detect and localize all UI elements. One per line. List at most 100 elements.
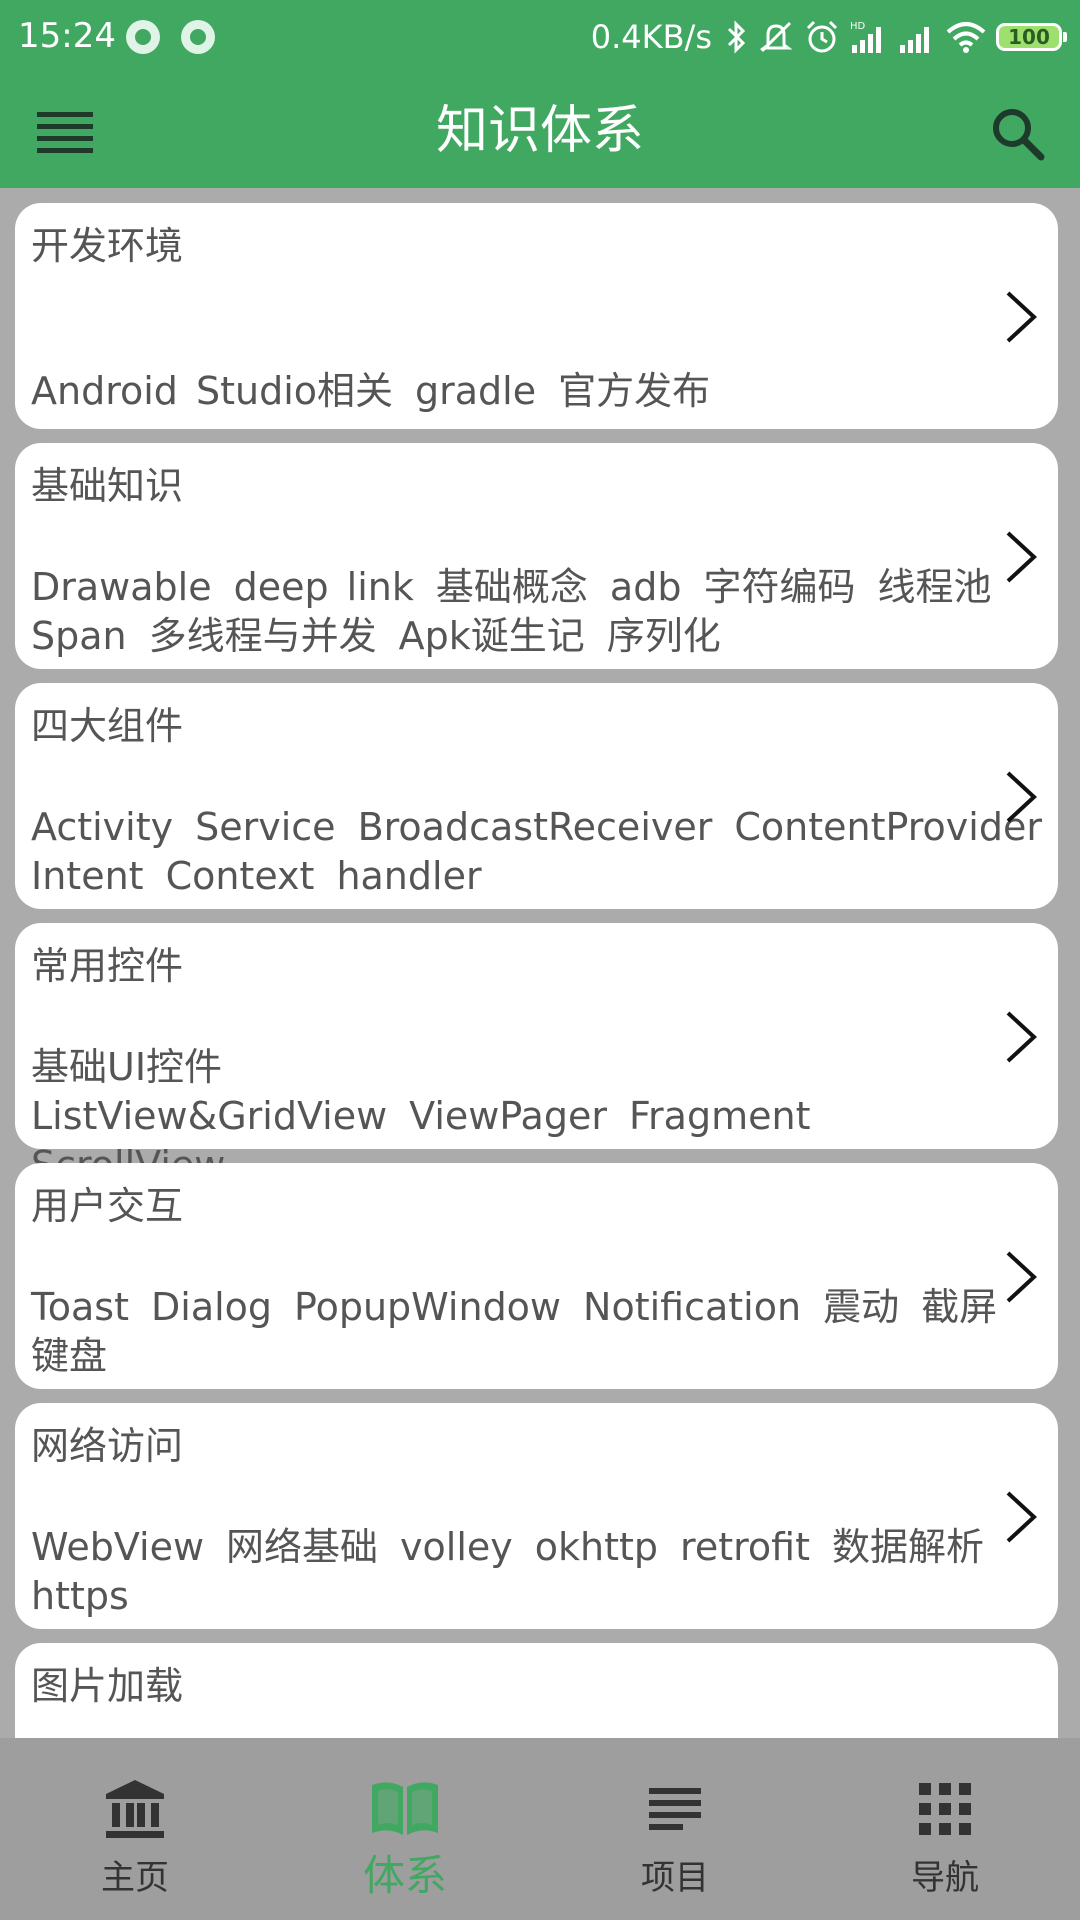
notification-dot-icon: [181, 20, 215, 54]
tag[interactable]: 基础UI控件: [31, 1045, 222, 1089]
tag[interactable]: deep link: [234, 565, 414, 609]
tag[interactable]: Span: [31, 614, 127, 658]
nav-label-navigation: 导航: [911, 1858, 979, 1898]
book-icon: [370, 1776, 440, 1842]
tag[interactable]: handler: [336, 854, 481, 898]
search-button[interactable]: [982, 98, 1052, 168]
tag[interactable]: adb: [610, 565, 682, 609]
nav-item-project[interactable]: 项目: [540, 1738, 810, 1920]
tag[interactable]: Notification: [583, 1285, 801, 1329]
tag[interactable]: Toast: [31, 1285, 129, 1329]
chevron-right-icon: [1006, 291, 1037, 343]
chevron-right-icon: [1006, 1011, 1037, 1063]
tag[interactable]: okhttp: [535, 1525, 658, 1569]
tag[interactable]: Intent: [31, 854, 144, 898]
tag[interactable]: 截屏: [921, 1285, 997, 1329]
category-tags: Android Studio相关 gradle 官方发布: [31, 367, 1031, 416]
tag-line: Toast Dialog PopupWindow Notification 震动 截屏: [31, 1283, 1031, 1332]
nav-label-project: 项目: [641, 1858, 709, 1898]
chevron-right-icon: [1006, 771, 1037, 823]
tag[interactable]: Dialog: [151, 1285, 272, 1329]
tag[interactable]: https: [31, 1574, 129, 1618]
tag-line: 基础UI控件 ListView&GridView ViewPager Fragment: [31, 1043, 1031, 1141]
tag[interactable]: 线程池: [877, 565, 991, 609]
category-title: 网络访问: [31, 1424, 184, 1468]
tag[interactable]: Apk诞生记: [399, 614, 585, 658]
tag-line: Drawable deep link 基础概念 adb 字符编码 线程池: [31, 563, 1031, 612]
status-bar: 15:24 0.4KB/s HD 100: [0, 0, 1080, 74]
grid-icon: [910, 1776, 980, 1842]
category-card[interactable]: 常用控件基础UI控件 ListView&GridView ViewPager Frag…: [15, 923, 1058, 1187]
chevron-right-icon: [1006, 1491, 1037, 1543]
category-card[interactable]: 图片加载: [15, 1643, 1058, 1738]
tag[interactable]: retrofit: [680, 1525, 810, 1569]
tag-line: Activity Service BroadcastReceiver ContentP…: [31, 803, 1042, 852]
hd-signal-icon: HD: [850, 19, 888, 55]
tag[interactable]: 字符编码: [703, 565, 855, 609]
nav-label-home: 主页: [101, 1858, 169, 1898]
category-title: 四大组件: [31, 704, 184, 748]
tag[interactable]: Android Studio相关: [31, 369, 393, 413]
tag[interactable]: Activity: [31, 805, 173, 849]
tag-line: 键盘: [31, 1332, 1031, 1381]
mute-icon: [758, 19, 794, 55]
category-title: 开发环境: [31, 224, 184, 268]
status-time: 15:24: [18, 16, 116, 56]
category-tags: Toast Dialog PopupWindow Notification 震动 截屏键盘: [31, 1283, 1031, 1381]
battery-icon: 100: [996, 23, 1067, 51]
tag[interactable]: 键盘: [31, 1334, 107, 1378]
wifi-icon: [946, 20, 986, 54]
tag[interactable]: BroadcastReceiver: [358, 805, 713, 849]
nav-label-system: 体系: [362, 1851, 447, 1900]
tag-line: Span 多线程与并发 Apk诞生记 序列化: [31, 612, 1031, 661]
tag[interactable]: 震动: [823, 1285, 899, 1329]
tag[interactable]: 网络基础: [226, 1525, 378, 1569]
page-title: 知识体系: [435, 101, 644, 161]
search-icon: [993, 109, 1045, 161]
category-card[interactable]: 用户交互 Toast Dialog PopupWindow Notification 震动…: [15, 1163, 1058, 1389]
category-title: 图片加载: [31, 1664, 184, 1708]
category-title: 基础知识: [31, 464, 184, 508]
tag[interactable]: ListView&GridView: [31, 1094, 387, 1138]
notification-dot-icon: [126, 20, 160, 54]
status-icons: 0.4KB/s HD 100: [590, 14, 1067, 60]
category-card[interactable]: 网络访问 WebView 网络基础 volley okhttp retrofit 数据解析 h…: [15, 1403, 1058, 1629]
tag[interactable]: PopupWindow: [294, 1285, 561, 1329]
tag-line: Android Studio相关 gradle 官方发布: [31, 367, 1031, 416]
category-card[interactable]: 开发环境 Android Studio相关 gradle 官方发布: [15, 203, 1058, 429]
list-lines-icon: [640, 1776, 710, 1842]
tag[interactable]: volley: [400, 1525, 513, 1569]
category-tags: Activity Service BroadcastReceiver ContentP…: [31, 803, 1042, 901]
signal-icon: [898, 19, 936, 55]
category-card[interactable]: 基础知识 Drawable deep link 基础概念 adb 字符编码 线程池 Span 多…: [15, 443, 1058, 669]
tag-line: https: [31, 1572, 1031, 1621]
network-speed: 0.4KB/s: [590, 18, 712, 56]
tag[interactable]: 基础概念: [436, 565, 588, 609]
tag[interactable]: 数据解析: [832, 1525, 984, 1569]
tag[interactable]: WebView: [31, 1525, 204, 1569]
category-tags: Drawable deep link 基础概念 adb 字符编码 线程池 Span 多线程与并…: [31, 563, 1031, 661]
category-card[interactable]: 四大组件 Activity Service BroadcastReceiver Cont…: [15, 683, 1058, 909]
nav-item-home[interactable]: 主页: [0, 1738, 270, 1920]
tag[interactable]: Fragment: [629, 1094, 811, 1138]
tag[interactable]: Service: [195, 805, 335, 849]
tag[interactable]: 官方发布: [558, 369, 710, 413]
category-title: 用户交互: [31, 1184, 184, 1228]
tag[interactable]: Drawable: [31, 565, 212, 609]
nav-item-system[interactable]: 体系: [270, 1738, 540, 1920]
tag[interactable]: 序列化: [607, 614, 721, 658]
tag[interactable]: 多线程与并发: [149, 614, 377, 658]
nav-item-navigation[interactable]: 导航: [810, 1738, 1080, 1920]
tag[interactable]: gradle: [415, 369, 536, 413]
bottom-navigation: 主页 体系 项目 导航: [0, 1738, 1080, 1920]
category-title: 常用控件: [31, 944, 184, 988]
svg-text:HD: HD: [850, 21, 866, 32]
tag[interactable]: Context: [166, 854, 315, 898]
tag[interactable]: ContentProvider: [734, 805, 1042, 849]
category-list[interactable]: 开发环境 Android Studio相关 gradle 官方发布基础知识 Drawab…: [0, 188, 1080, 1738]
bank-icon: [100, 1776, 170, 1842]
chevron-right-icon: [1006, 1251, 1037, 1303]
tag[interactable]: ViewPager: [409, 1094, 607, 1138]
bluetooth-icon: [726, 20, 748, 54]
category-tags: WebView 网络基础 volley okhttp retrofit 数据解析 https: [31, 1523, 1031, 1621]
